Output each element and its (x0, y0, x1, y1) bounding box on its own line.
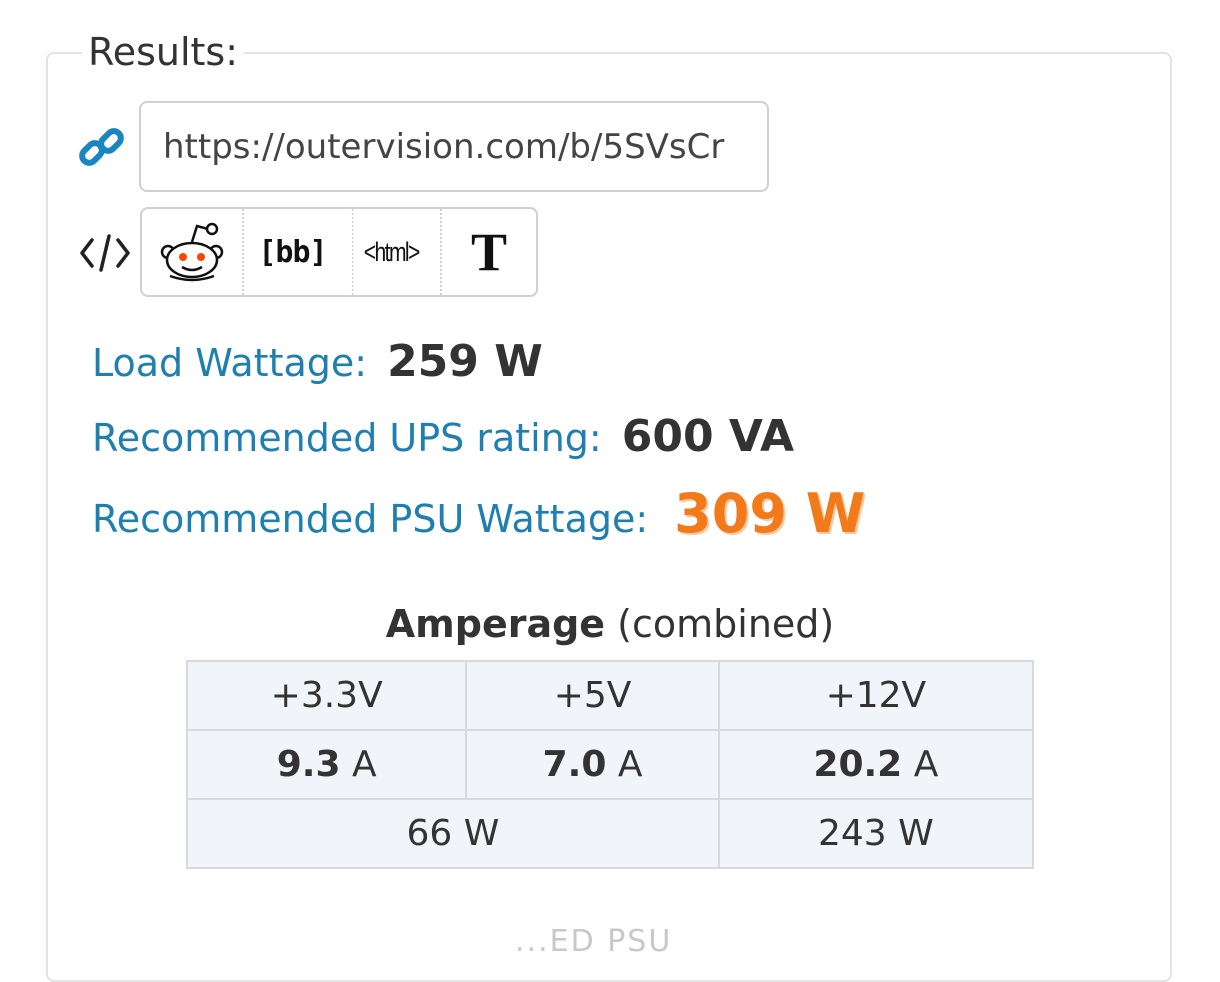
psu-wattage-row: Recommended PSU Wattage: 309 W (92, 482, 865, 545)
power-row: 66 W 243 W (186, 798, 1035, 869)
reddit-icon (160, 222, 224, 282)
load-wattage-label: Load Wattage: (92, 341, 368, 385)
rail-12v-power: 243 W (717, 798, 1035, 869)
load-wattage-value: 259 W (387, 336, 543, 387)
text-share-button[interactable]: T (440, 209, 536, 295)
embed-code-icon (80, 234, 130, 272)
html-label: <html> (363, 236, 421, 267)
rail-3v3-current: 9.3 A (185, 729, 468, 800)
share-format-buttons: [bb] <html> T (140, 207, 538, 297)
ups-rating-label: Recommended UPS rating: (92, 416, 602, 460)
rail-12v-current-value: 20.2 (813, 744, 903, 785)
rail-3v3-current-value: 9.3 (276, 744, 341, 785)
bbcode-share-button[interactable]: [bb] (242, 209, 341, 295)
rail-header-row: +3.3V +5V +12V (185, 660, 1035, 731)
amperage-table: +3.3V +5V +12V 9.3 A 7.0 A 20.2 A 66 W 2… (185, 660, 1035, 869)
results-legend: Results: (82, 28, 245, 76)
current-row: 9.3 A 7.0 A 20.2 A (185, 729, 1035, 800)
low-rails-power: 66 W (186, 798, 720, 869)
ups-rating-value: 600 VA (621, 411, 795, 462)
html-share-button[interactable]: <html> (351, 209, 429, 295)
text-label: T (470, 222, 508, 282)
rail-12v-current: 20.2 A (717, 729, 1035, 800)
reddit-share-button[interactable] (142, 209, 242, 295)
bbcode-label: [bb] (258, 234, 327, 270)
rail-5v-current-value: 7.0 (542, 744, 607, 785)
ups-rating-row: Recommended UPS rating: 600 VA (92, 411, 794, 462)
psu-wattage-label: Recommended PSU Wattage: (92, 497, 649, 541)
amperage-title-note: (combined) (617, 602, 835, 646)
share-url-field[interactable] (139, 101, 769, 192)
rail-3v3-current-unit: A (351, 744, 377, 785)
cutoff-heading: ...ED PSU (515, 924, 673, 959)
rail-12v-current-unit: A (913, 744, 939, 785)
rail-5v-current-unit: A (617, 744, 643, 785)
rail-5v-header: +5V (465, 660, 720, 731)
load-wattage-row: Load Wattage: 259 W (92, 336, 543, 387)
psu-wattage-value: 309 W (674, 482, 866, 545)
rail-3v3-header: +3.3V (185, 660, 468, 731)
rail-5v-current: 7.0 A (465, 729, 720, 800)
link-icon[interactable] (78, 124, 126, 172)
amperage-title-bold: Amperage (385, 602, 606, 646)
rail-12v-header: +12V (717, 660, 1035, 731)
amperage-title: Amperage (combined) (186, 602, 1034, 646)
